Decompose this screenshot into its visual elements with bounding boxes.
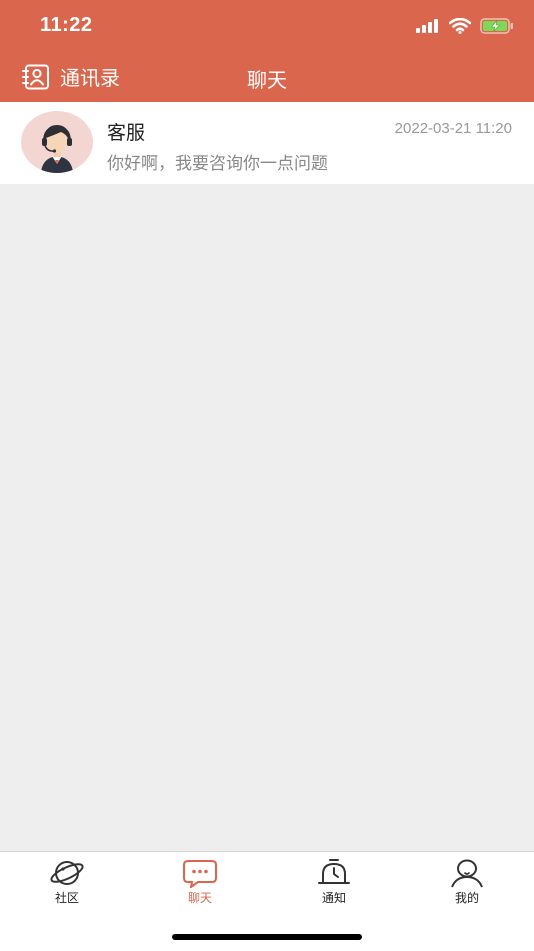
tab-label: 我的: [454, 891, 479, 905]
chat-last-message: 你好啊，我要咨询你一点问题: [107, 154, 328, 173]
signal-icon: [416, 19, 438, 33]
person-icon: [451, 859, 483, 888]
bell-icon: [318, 859, 350, 884]
chat-timestamp: 2022-03-21 11:20: [394, 120, 512, 137]
status-icons: [416, 18, 514, 34]
battery-charging-icon: [480, 18, 513, 34]
tab-chat[interactable]: 聊天: [160, 858, 240, 906]
status-time: 11:22: [40, 14, 93, 36]
tab-notifications[interactable]: 通知: [294, 858, 374, 906]
tab-label: 社区: [54, 891, 79, 905]
customer-service-avatar-icon: [41, 125, 73, 173]
contacts-label: 通讯录: [60, 68, 120, 90]
avatar: [21, 111, 93, 173]
contacts-button[interactable]: 通讯录: [22, 62, 120, 91]
header-bar: 11:22 通讯录 聊天: [0, 0, 534, 102]
planet-icon: [50, 861, 84, 885]
contacts-icon: [22, 64, 49, 89]
tab-profile[interactable]: 我的: [427, 858, 507, 906]
tab-label: 通知: [321, 891, 346, 905]
chat-name: 客服: [107, 123, 146, 144]
home-indicator: [172, 934, 362, 940]
chat-list-item[interactable]: 客服 2022-03-21 11:20 你好啊，我要咨询你一点问题: [0, 102, 534, 184]
tab-label: 聊天: [187, 891, 212, 905]
wifi-icon: [449, 18, 471, 34]
chat-bubble-icon: [183, 860, 217, 888]
tab-community[interactable]: 社区: [27, 858, 107, 906]
